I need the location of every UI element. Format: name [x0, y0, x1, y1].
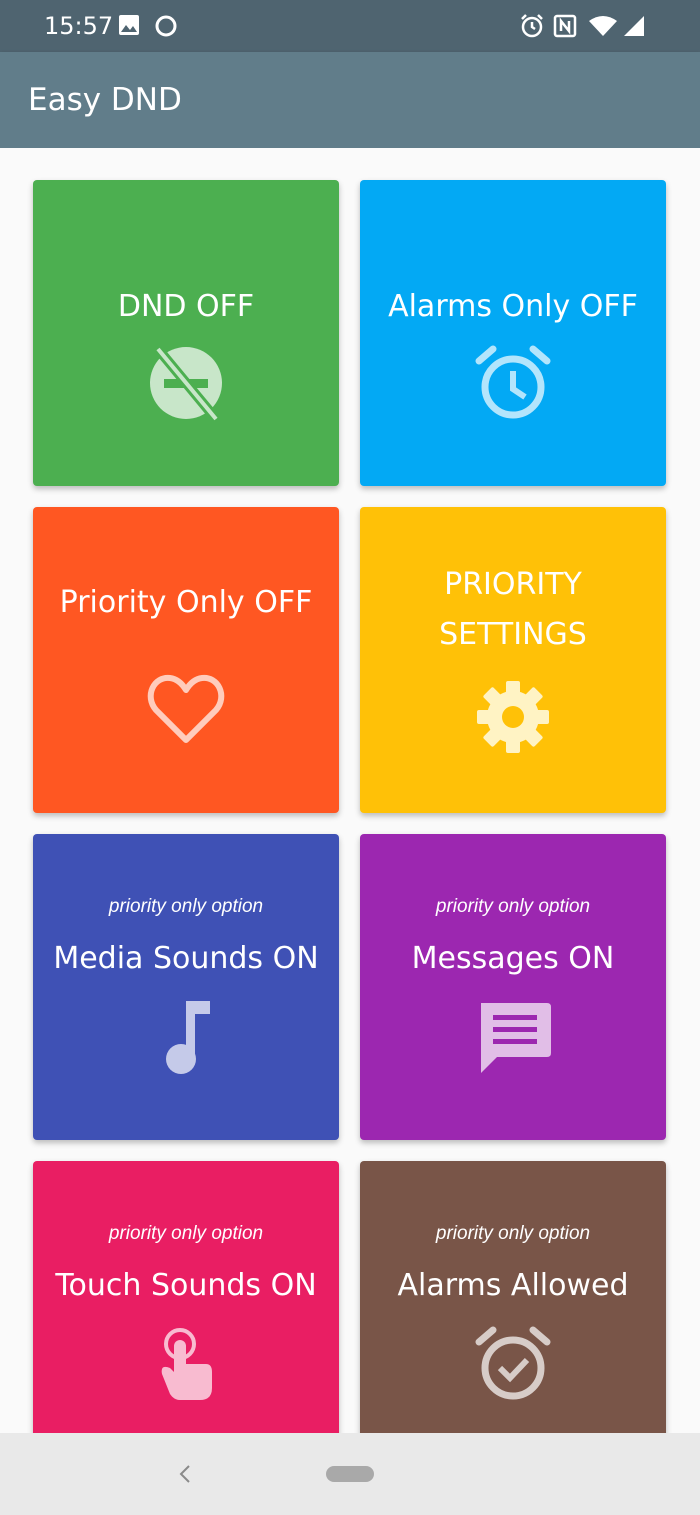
sync-circle-icon — [155, 15, 177, 37]
tile-label: DND OFF — [117, 289, 255, 324]
music-note-icon — [166, 1001, 210, 1074]
tile-label: Alarms Only OFF — [388, 289, 638, 324]
dnd-off-icon — [150, 345, 222, 423]
image-icon — [119, 15, 139, 35]
heart-icon — [147, 674, 225, 743]
tile-label: Alarms Allowed — [397, 1268, 629, 1303]
tile-dnd[interactable]: DND OFF — [33, 180, 339, 486]
alarm-check-icon — [475, 1326, 551, 1400]
touch-icon — [161, 1328, 212, 1400]
tile-label: Messages ON — [411, 941, 615, 976]
tile-priority-only[interactable]: Priority Only OFF — [33, 507, 339, 813]
tile-media-sounds[interactable]: priority only option Media Sounds ON — [33, 834, 339, 1140]
tile-label: Priority Only OFF — [59, 585, 313, 620]
status-time: 15:57 — [44, 12, 114, 40]
tile-label: Touch Sounds ON — [55, 1268, 317, 1303]
app-bar: Easy DND — [0, 52, 700, 148]
tile-alarms-allowed[interactable]: priority only option Alarms Allowed — [360, 1161, 666, 1433]
signal-icon — [624, 16, 644, 36]
tile-touch-sounds[interactable]: priority only option Touch Sounds ON — [33, 1161, 339, 1433]
tile-alarms-only[interactable]: Alarms Only OFF — [360, 180, 666, 486]
tile-subtitle: priority only option — [435, 896, 591, 917]
tile-label: PRIORITY SETTINGS — [439, 567, 587, 652]
tile-subtitle: priority only option — [108, 896, 264, 917]
tile-subtitle: priority only option — [435, 1223, 591, 1244]
nfc-icon — [553, 14, 577, 38]
alarm-icon — [521, 14, 543, 38]
status-bar: 15:57 — [0, 0, 700, 52]
tile-grid: DND OFF Alarms Only OFF Priority Only OF… — [0, 148, 700, 1433]
app-title: Easy DND — [28, 82, 182, 118]
gear-icon — [477, 681, 549, 753]
tile-subtitle: priority only option — [108, 1223, 264, 1244]
back-icon[interactable] — [176, 1463, 194, 1485]
tile-priority-settings[interactable]: PRIORITY SETTINGS — [360, 507, 666, 813]
nav-bar — [0, 1433, 700, 1515]
message-icon — [481, 1003, 551, 1073]
wifi-icon — [589, 16, 617, 36]
tile-messages[interactable]: priority only option Messages ON — [360, 834, 666, 1140]
home-pill-icon[interactable] — [326, 1466, 374, 1482]
alarm-clock-icon — [475, 345, 551, 419]
tile-label: Media Sounds ON — [53, 941, 319, 976]
